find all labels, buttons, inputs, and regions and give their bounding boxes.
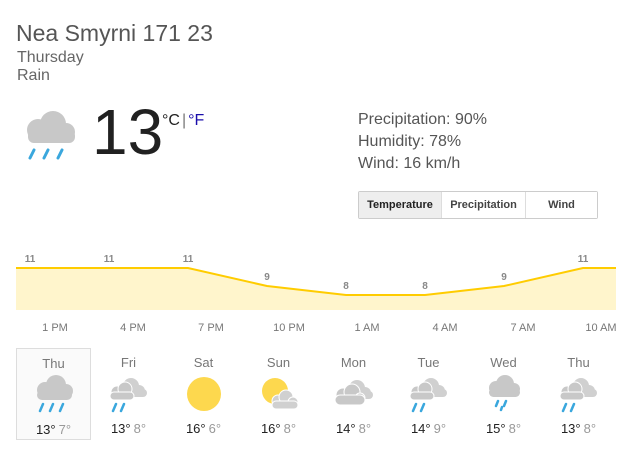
chart-time-axis: 1 PM 4 PM 7 PM 10 PM 1 AM 4 AM 7 AM 10 AM <box>0 322 630 338</box>
forecast-temps: 14° 8° <box>316 421 391 436</box>
chart-time-label: 10 AM <box>585 322 617 334</box>
forecast-temps: 14° 9° <box>391 421 466 436</box>
partly-cloudy-icon <box>256 374 302 414</box>
forecast-temps: 16° 8° <box>241 421 316 436</box>
weather-details: Precipitation: 90% Humidity: 78% Wind: 1… <box>358 109 487 175</box>
tab-wind[interactable]: Wind <box>525 192 597 218</box>
rain-icon <box>31 375 77 415</box>
chart-area <box>16 268 616 310</box>
chart-time-label: 7 PM <box>198 322 224 334</box>
location-title: Nea Smyrni 171 23 <box>16 20 213 46</box>
chart-time-label: 10 PM <box>273 322 305 334</box>
chart-value-label: 11 <box>25 254 36 265</box>
forecast-day[interactable]: Thu 13° 7° <box>16 348 91 440</box>
forecast-low: 7° <box>58 422 72 437</box>
sun-icon <box>181 374 227 414</box>
forecast-day-name: Sat <box>193 355 214 370</box>
forecast-day[interactable]: Sun 16° 8° <box>241 348 316 440</box>
forecast-temps: 13° 7° <box>17 422 90 437</box>
current-temperature: 13 <box>92 96 164 168</box>
unit-celsius[interactable]: °C <box>162 112 180 129</box>
forecast-day[interactable]: Sat 16° 6° <box>166 348 241 440</box>
tab-precipitation[interactable]: Precipitation <box>441 192 525 218</box>
forecast-low: 8° <box>358 421 372 436</box>
forecast-high: 14° <box>335 421 356 436</box>
forecast-day-name: Wed <box>490 355 517 370</box>
tab-temperature[interactable]: Temperature <box>359 192 441 218</box>
chart-time-label: 4 PM <box>120 322 146 334</box>
forecast-temps: 16° 6° <box>166 421 241 436</box>
forecast-day-name: Fri <box>120 355 137 370</box>
forecast-day-name: Tue <box>417 355 440 370</box>
temperature-chart: 11 11 11 9 8 8 9 11 <box>16 254 616 310</box>
chart-time-label: 1 PM <box>42 322 68 334</box>
chart-value-label: 11 <box>578 254 589 265</box>
day-label: Thursday <box>17 49 84 66</box>
chart-time-label: 7 AM <box>510 322 536 334</box>
chart-tabs: Temperature Precipitation Wind <box>358 191 598 219</box>
forecast-day[interactable]: Mon 14° 8° <box>316 348 391 440</box>
rain-cloud-icon <box>406 374 452 414</box>
showers-icon <box>481 374 527 414</box>
cloud-icon <box>331 374 377 414</box>
chart-value-label: 9 <box>501 272 507 283</box>
unit-fahrenheit[interactable]: °F <box>188 112 204 129</box>
forecast-low: 9° <box>433 421 447 436</box>
wind-text: Wind: 16 km/h <box>358 155 461 172</box>
forecast-high: 14° <box>410 421 431 436</box>
forecast-high: 13° <box>35 422 56 437</box>
condition-label: Rain <box>17 67 50 84</box>
forecast-high: 13° <box>560 421 581 436</box>
rain-cloud-icon <box>20 110 80 165</box>
humidity-text: Humidity: 78% <box>358 133 462 150</box>
unit-toggle: °C | °F <box>162 112 204 130</box>
forecast-day[interactable]: Tue 14° 9° <box>391 348 466 440</box>
forecast-day[interactable]: Fri 13° 8° <box>91 348 166 440</box>
rain-cloud-icon <box>106 374 152 414</box>
rain-cloud-icon <box>556 374 602 414</box>
daily-forecast: Thu 13° 7° Fri 13° 8° Sat 16° 6° Sun 16°… <box>16 348 616 440</box>
chart-value-label: 11 <box>104 254 115 265</box>
forecast-low: 8° <box>508 421 522 436</box>
forecast-temps: 15° 8° <box>466 421 541 436</box>
chart-value-label: 8 <box>422 281 428 292</box>
chart-value-label: 11 <box>183 254 194 265</box>
forecast-low: 8° <box>283 421 297 436</box>
forecast-day-name: Thu <box>42 356 65 371</box>
forecast-temps: 13° 8° <box>91 421 166 436</box>
forecast-day-name: Thu <box>567 355 590 370</box>
forecast-high: 15° <box>485 421 506 436</box>
chart-value-label: 9 <box>264 272 270 283</box>
forecast-day-name: Mon <box>340 355 367 370</box>
forecast-day[interactable]: Thu 13° 8° <box>541 348 616 440</box>
chart-value-label: 8 <box>343 281 349 292</box>
forecast-low: 8° <box>583 421 597 436</box>
forecast-high: 13° <box>110 421 131 436</box>
forecast-high: 16° <box>185 421 206 436</box>
chart-time-label: 1 AM <box>354 322 380 334</box>
unit-separator: | <box>181 112 187 129</box>
forecast-high: 16° <box>260 421 281 436</box>
precipitation-text: Precipitation: 90% <box>358 111 487 128</box>
forecast-low: 8° <box>133 421 147 436</box>
chart-time-label: 4 AM <box>432 322 458 334</box>
forecast-low: 6° <box>208 421 222 436</box>
forecast-day[interactable]: Wed 15° 8° <box>466 348 541 440</box>
forecast-temps: 13° 8° <box>541 421 616 436</box>
forecast-day-name: Sun <box>266 355 291 370</box>
